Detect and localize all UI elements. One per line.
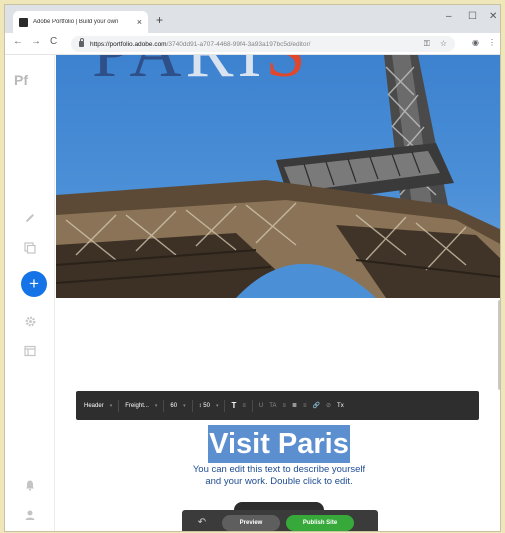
line-height-icon: ↕ [198,402,202,409]
lock-icon [79,38,84,47]
pencil-icon[interactable] [22,210,38,226]
line-height-dropdown[interactable]: ↕ 50 ▾ [199,403,219,409]
back-button[interactable]: ← [13,37,23,47]
text-transform-button[interactable]: TA [269,403,276,409]
tab-strip: Adobe Portfolio | Build your own × + – ☐… [5,5,500,33]
chevron-down-icon: ▾ [109,402,113,409]
profile-icon[interactable]: ◉ [472,38,479,47]
hero-title: PARIS [92,55,309,94]
bell-icon[interactable] [22,477,38,493]
gear-icon[interactable] [22,313,38,329]
hero-image[interactable]: PARIS [56,55,500,298]
chevron-down-icon: ▾ [183,402,186,409]
layout-icon[interactable] [22,343,38,359]
scrollbar-thumb[interactable] [498,300,500,390]
publish-site-button[interactable]: Publish Site [286,514,354,531]
text-color-button[interactable]: T [231,401,236,410]
toolbar-divider [118,399,120,412]
link-icon[interactable]: 🔗 [313,402,320,409]
browser-toolbar: ← → C https://portfolio.adobe.com/3740dd… [5,33,500,55]
key-icon[interactable]: ⚿ [424,39,430,49]
unlink-icon[interactable]: ⊘ [326,402,331,409]
browser-window: Adobe Portfolio | Build your own × + – ☐… [4,4,501,532]
window-minimize-button[interactable]: – [446,12,452,22]
publish-bar: ↶ Preview Publish Site [182,510,378,531]
star-icon[interactable]: ☆ [440,39,447,49]
address-bar[interactable]: https://portfolio.adobe.com/3740dd91-a70… [71,36,455,52]
editor-canvas: PARIS Header▾ Freight...▾ 60▾ ↕ 50▾ T ≡ … [56,55,500,531]
description-text[interactable]: You can edit this text to describe yours… [166,464,392,488]
preview-button[interactable]: Preview [222,514,280,531]
add-content-button[interactable]: + [21,271,47,297]
url-text[interactable]: https://portfolio.adobe.com/3740dd91-a70… [90,41,424,48]
editor-sidebar: Pf + [5,55,55,531]
forward-button[interactable]: → [31,37,41,47]
bold-button[interactable]: ≡ [242,403,246,409]
reload-button[interactable]: C [50,37,57,47]
align-center-button[interactable]: ≣ [292,402,297,409]
page-heading[interactable]: Visit Paris [208,425,350,463]
align-left-button[interactable]: ≡ [282,403,286,409]
font-size-dropdown[interactable]: 60 ▾ [170,403,185,409]
text-style-dropdown[interactable]: Header ▾ [84,403,112,409]
undo-button[interactable]: ↶ [188,517,216,528]
underline-button[interactable]: U [259,403,263,409]
window-maximize-button[interactable]: ☐ [468,12,477,22]
text-format-toolbar: Header ▾ Freight... ▾ 60 ▾ ↕ 50 ▾ T ≡ U TA ≡… [76,391,479,420]
toolbar-divider [224,399,226,412]
toolbar-divider [251,399,253,412]
toolbar-divider [163,399,165,412]
menu-icon[interactable]: ⋮ [488,38,496,47]
tab-close-icon[interactable]: × [137,17,142,27]
pages-icon[interactable] [22,240,38,256]
adobe-portfolio-favicon-icon [19,17,28,27]
tab-title: Adobe Portfolio | Build your own [33,19,119,25]
new-tab-button[interactable]: + [156,14,163,26]
toolbar-divider [191,399,193,412]
chevron-down-icon: ▾ [154,402,158,409]
portfolio-logo[interactable]: Pf [14,72,28,88]
clear-formatting-button[interactable]: Tx [337,403,344,409]
browser-tab[interactable]: Adobe Portfolio | Build your own × [13,11,148,33]
user-icon[interactable] [22,507,38,523]
chevron-down-icon: ▾ [215,402,219,409]
font-family-dropdown[interactable]: Freight... ▾ [125,403,157,409]
window-close-button[interactable]: ✕ [489,12,497,22]
align-right-button[interactable]: ≡ [303,403,307,409]
